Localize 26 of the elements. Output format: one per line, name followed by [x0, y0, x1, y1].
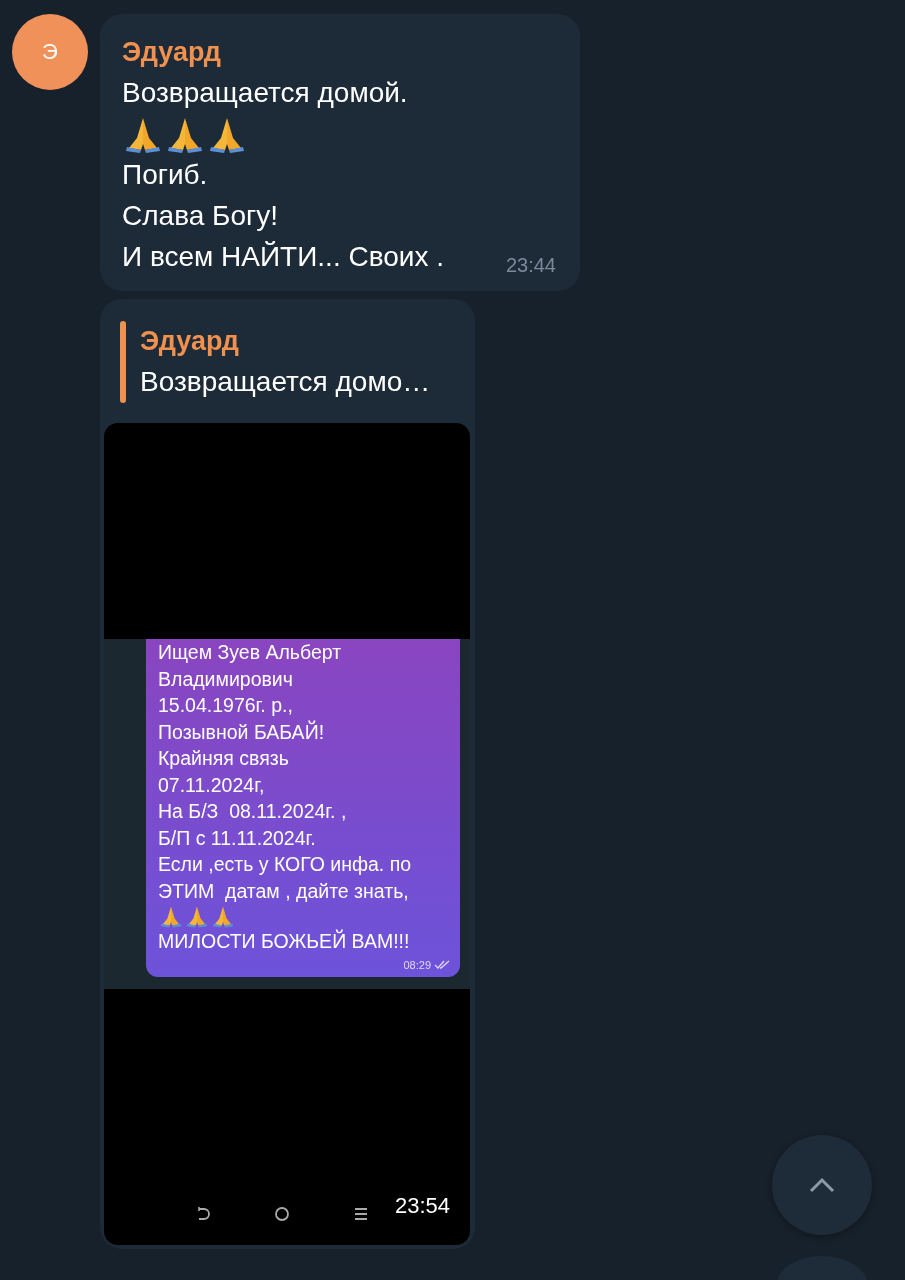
sender-name: Эдуард — [140, 325, 240, 358]
message-line: Б/П с 11.11.2024г. — [158, 825, 316, 851]
message-time: 08:29 — [403, 959, 431, 971]
message-line: Крайняя связь — [158, 746, 289, 771]
message-line: И всем НАЙТИ... Своих . — [122, 240, 444, 274]
screenshot-image[interactable] — [104, 423, 470, 1245]
message-line: Владимирович — [158, 666, 293, 692]
sender-name[interactable]: Эдуард — [122, 32, 558, 72]
quote-text: Возвращается домо… — [140, 365, 431, 399]
message-line: Слава Богу! — [122, 199, 278, 233]
message-line: Возвращается домой. — [122, 76, 408, 110]
message-line: Ищем Зуев Альберт — [158, 640, 342, 665]
message-line: ЭТИМ датам , дайте знать, — [158, 878, 409, 904]
reply-quote[interactable]: Эдуард Возвращается домо… — [120, 321, 471, 403]
message-line: Позывной БАБАЙ! — [158, 719, 325, 745]
message-line: МИЛОСТИ БОЖЬЕЙ ВАМ!!! — [158, 928, 410, 954]
message-line: Если ,есть у КОГО инфа. по — [158, 852, 412, 877]
chevron-up-icon — [808, 1176, 836, 1194]
double-check-icon — [434, 960, 450, 970]
message-time: 23:44 — [505, 254, 556, 277]
message-time: 23:54 — [394, 1193, 450, 1219]
message-line: На Б/З 08.11.2024г. , — [158, 799, 347, 824]
message-line: 07.11.2024г, — [158, 772, 265, 798]
message-line: Погиб. — [122, 158, 208, 192]
home-icon — [273, 1205, 291, 1223]
message-line: 15.04.1976г. р., — [158, 693, 293, 718]
